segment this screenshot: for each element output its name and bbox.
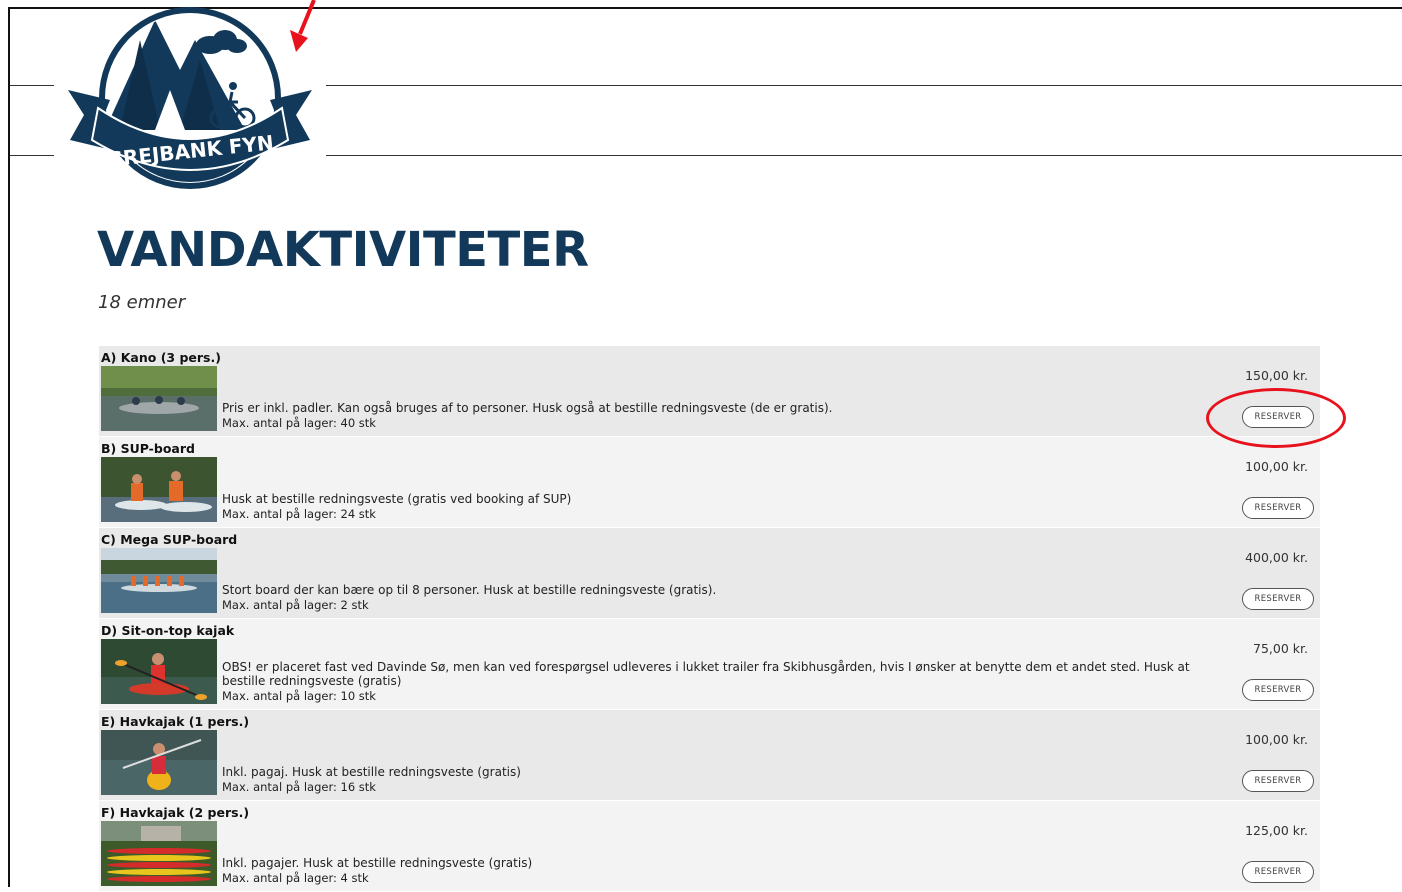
stock-info: Max. antal på lager: 4 stk bbox=[222, 871, 369, 885]
product-description: Husk at bestille redningsveste (gratis v… bbox=[222, 492, 572, 506]
product-row: C) Mega SUP-board Stort board der kan bæ… bbox=[99, 528, 1320, 618]
stock-info: Max. antal på lager: 10 stk bbox=[222, 689, 376, 703]
sea-kayak-double-thumbnail[interactable] bbox=[101, 821, 217, 886]
reserve-button[interactable]: RESERVER bbox=[1242, 861, 1314, 883]
price: 150,00 kr. bbox=[1245, 368, 1308, 383]
frame-left-border bbox=[8, 7, 10, 887]
price: 400,00 kr. bbox=[1245, 550, 1308, 565]
product-row: B) SUP-board Husk at bestille redningsve… bbox=[99, 437, 1320, 527]
product-name[interactable]: A) Kano (3 pers.) bbox=[101, 350, 221, 365]
stock-info: Max. antal på lager: 24 stk bbox=[222, 507, 376, 521]
product-description: Inkl. pagaj. Husk at bestille redningsve… bbox=[222, 765, 521, 779]
price: 100,00 kr. bbox=[1245, 459, 1308, 474]
product-name[interactable]: C) Mega SUP-board bbox=[101, 532, 237, 547]
header-divider-left-upper bbox=[10, 85, 54, 86]
price: 100,00 kr. bbox=[1245, 732, 1308, 747]
product-row: E) Havkajak (1 pers.) Inkl. pagaj. Husk … bbox=[99, 710, 1320, 800]
sea-kayak-single-thumbnail[interactable] bbox=[101, 730, 217, 795]
page-title: VANDAKTIVITETER bbox=[97, 222, 589, 278]
red-arrow-icon bbox=[286, 0, 326, 60]
stock-info: Max. antal på lager: 2 stk bbox=[222, 598, 369, 612]
product-row: F) Havkajak (2 pers.) Inkl. pagajer. Hus… bbox=[99, 801, 1320, 891]
reserve-button[interactable]: RESERVER bbox=[1242, 588, 1314, 610]
header-divider-left-lower bbox=[10, 155, 54, 156]
product-row: A) Kano (3 pers.) Pris er inkl. padler. … bbox=[99, 346, 1320, 436]
reserve-button[interactable]: RESERVER bbox=[1242, 497, 1314, 519]
reserve-button[interactable]: RESERVER bbox=[1242, 770, 1314, 792]
price: 75,00 kr. bbox=[1253, 641, 1308, 656]
sup-board-thumbnail[interactable] bbox=[101, 457, 217, 522]
kayak-thumbnail[interactable] bbox=[101, 639, 217, 704]
product-name[interactable]: D) Sit-on-top kajak bbox=[101, 623, 234, 638]
stock-info: Max. antal på lager: 40 stk bbox=[222, 416, 376, 430]
product-description: Stort board der kan bære op til 8 person… bbox=[222, 583, 717, 597]
stock-info: Max. antal på lager: 16 stk bbox=[222, 780, 376, 794]
item-count: 18 emner bbox=[98, 292, 186, 313]
reserve-button[interactable]: RESERVER bbox=[1242, 679, 1314, 701]
product-description: OBS! er placeret fast ved Davinde Sø, me… bbox=[222, 660, 1190, 688]
product-description: Inkl. pagajer. Husk at bestille rednings… bbox=[222, 856, 533, 870]
red-circle-highlight bbox=[1206, 388, 1346, 448]
header-divider-right-lower bbox=[326, 155, 1402, 156]
canoe-thumbnail[interactable] bbox=[101, 366, 217, 431]
product-name[interactable]: B) SUP-board bbox=[101, 441, 195, 456]
product-name[interactable]: F) Havkajak (2 pers.) bbox=[101, 805, 249, 820]
price: 125,00 kr. bbox=[1245, 823, 1308, 838]
product-description: Pris er inkl. padler. Kan også bruges af… bbox=[222, 401, 833, 415]
header-divider-right-upper bbox=[326, 85, 1402, 86]
grejbank-logo-icon[interactable]: GREJBANK FYN bbox=[60, 0, 322, 196]
product-row: D) Sit-on-top kajak OBS! er placeret fas… bbox=[99, 619, 1320, 709]
product-name[interactable]: E) Havkajak (1 pers.) bbox=[101, 714, 249, 729]
product-list: A) Kano (3 pers.) Pris er inkl. padler. … bbox=[99, 346, 1320, 892]
mega-sup-thumbnail[interactable] bbox=[101, 548, 217, 613]
